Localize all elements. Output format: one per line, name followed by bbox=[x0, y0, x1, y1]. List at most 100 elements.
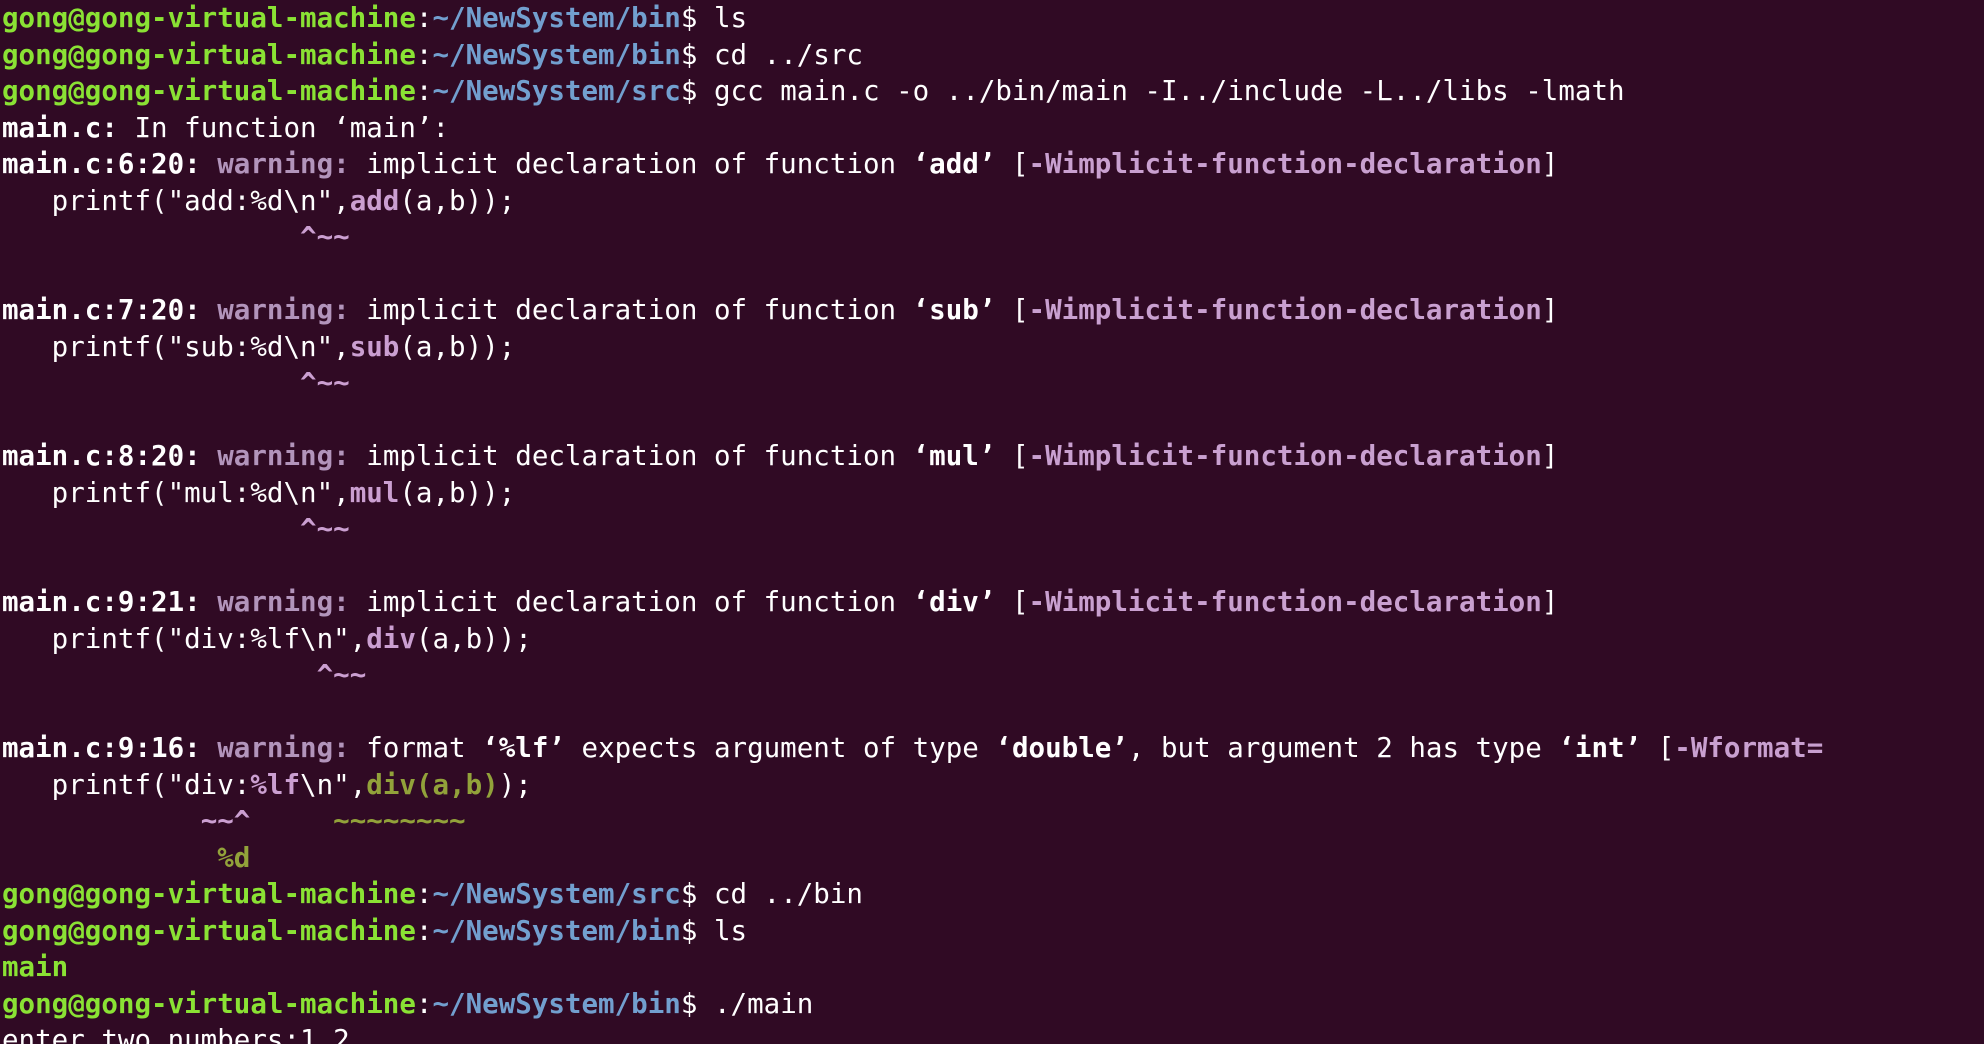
prompt-path: ~/NewSystem/src bbox=[432, 75, 681, 107]
prompt-user-host: gong@gong-virtual-machine bbox=[2, 38, 416, 71]
warning-symbol-c: ‘int’ bbox=[1558, 732, 1642, 764]
warning-message-a: format bbox=[349, 732, 483, 764]
prompt-separator: : bbox=[415, 75, 433, 107]
caret-indent bbox=[2, 659, 317, 691]
compiler-warning-line: main.c:9:21: warning: implicit declarati… bbox=[2, 584, 1984, 621]
warning-message: implicit declaration of function bbox=[349, 586, 913, 618]
warning-bracket-open: [ bbox=[995, 294, 1029, 326]
warning-bracket-close: ] bbox=[1541, 586, 1559, 618]
source-snippet-line: printf("add:%d\n",add(a,b)); bbox=[2, 183, 1984, 220]
warning-message-c: , but argument 2 has type bbox=[1127, 732, 1559, 764]
warning-label: warning: bbox=[200, 148, 350, 180]
warning-location: main.c:8:20: bbox=[2, 440, 201, 472]
prompt-separator: : bbox=[415, 878, 433, 910]
compiler-suggestion-line: %d bbox=[2, 840, 1984, 877]
executable-name: main bbox=[2, 951, 69, 983]
note-indent bbox=[2, 842, 217, 874]
prompt-separator: : bbox=[415, 914, 433, 947]
source-highlight: div bbox=[366, 622, 416, 655]
caret-marker-format: ~~^ bbox=[200, 805, 251, 837]
prompt-command: cd ../src bbox=[713, 38, 863, 71]
prompt-separator: : bbox=[415, 38, 433, 71]
warning-bracket-open: [ bbox=[995, 148, 1029, 180]
terminal-window[interactable]: gong@gong-virtual-machine:~/NewSystem/bi… bbox=[0, 0, 1984, 1044]
source-pre: printf("sub:%d\n", bbox=[2, 330, 350, 363]
program-output-line: enter two numbers:1 2 bbox=[2, 1022, 1984, 1044]
source-pre: printf("div:%lf\n", bbox=[2, 622, 367, 655]
prompt-user-host: gong@gong-virtual-machine bbox=[2, 987, 416, 1020]
compiler-warning-line: main.c:7:20: warning: implicit declarati… bbox=[2, 292, 1984, 329]
source-snippet-line: printf("div:%lf\n",div(a,b)); bbox=[2, 621, 1984, 658]
compiler-warning-line: main.c:8:20: warning: implicit declarati… bbox=[2, 438, 1984, 475]
warning-location: main.c:9:16: bbox=[2, 732, 201, 764]
caret-indent bbox=[2, 367, 300, 399]
prompt-command: ls bbox=[713, 914, 748, 947]
warning-symbol: ‘add’ bbox=[912, 148, 996, 180]
warning-symbol: ‘div’ bbox=[912, 586, 996, 618]
terminal-prompt-line: gong@gong-virtual-machine:~/NewSystem/bi… bbox=[2, 0, 1984, 37]
prompt-path: ~/NewSystem/src bbox=[432, 878, 681, 910]
prompt-path: ~/NewSystem/bin bbox=[432, 2, 681, 34]
source-pre: printf("mul:%d\n", bbox=[2, 476, 350, 509]
warning-option: -Wimplicit-function-declaration bbox=[1028, 440, 1542, 472]
warning-bracket-close: ] bbox=[1541, 440, 1559, 472]
terminal-prompt-line: gong@gong-virtual-machine:~/NewSystem/sr… bbox=[2, 73, 1984, 110]
prompt-command: cd ../bin bbox=[713, 878, 863, 910]
warning-option: -Wimplicit-function-declaration bbox=[1028, 148, 1542, 180]
prompt-command: ./main bbox=[713, 987, 814, 1020]
warning-label: warning: bbox=[200, 732, 350, 764]
caret-marker-line: ^~~ bbox=[2, 365, 1984, 402]
warning-message: implicit declaration of function bbox=[349, 440, 913, 472]
prompt-separator: : bbox=[415, 987, 433, 1020]
source-pre: printf("add:%d\n", bbox=[2, 184, 350, 217]
prompt-user-host: gong@gong-virtual-machine bbox=[2, 2, 416, 34]
warning-message: implicit declaration of function bbox=[349, 148, 913, 180]
source-snippet-line: printf("div:%lf\n",div(a,b)); bbox=[2, 767, 1984, 804]
warning-bracket-open: [ bbox=[995, 440, 1029, 472]
source-post: (a,b)); bbox=[399, 184, 516, 217]
source-post: (a,b)); bbox=[399, 330, 516, 363]
warning-label: warning: bbox=[200, 440, 350, 472]
caret-indent bbox=[2, 513, 300, 545]
source-post: ); bbox=[498, 768, 532, 801]
warning-message: implicit declaration of function bbox=[349, 294, 913, 326]
prompt-user-host: gong@gong-virtual-machine bbox=[2, 914, 416, 947]
source-highlight: add bbox=[349, 184, 400, 217]
output-text: enter two numbers:1 2 bbox=[2, 1024, 350, 1044]
note-text: %d bbox=[217, 841, 251, 874]
prompt-sigil: $ bbox=[680, 2, 714, 34]
caret-marker-line: ^~~ bbox=[2, 219, 1984, 256]
warning-option: -Wimplicit-function-declaration bbox=[1028, 586, 1542, 618]
warning-location: main.c:6:20: bbox=[2, 148, 201, 180]
warning-bracket-open: [ bbox=[995, 586, 1029, 618]
source-post: (a,b)); bbox=[399, 476, 516, 509]
context-file: main.c: bbox=[2, 111, 118, 144]
prompt-command: ls bbox=[713, 2, 748, 34]
terminal-prompt-line: gong@gong-virtual-machine:~/NewSystem/sr… bbox=[2, 876, 1984, 913]
prompt-path: ~/NewSystem/bin bbox=[432, 38, 681, 71]
caret-gap bbox=[250, 805, 333, 837]
warning-symbol-b: ‘double’ bbox=[995, 732, 1128, 764]
warning-option: -Wimplicit-function-declaration bbox=[1028, 294, 1542, 326]
caret-marker: ^~~ bbox=[300, 221, 350, 253]
caret-marker: ^~~ bbox=[300, 513, 350, 545]
warning-symbol: ‘mul’ bbox=[912, 440, 996, 472]
source-highlight: sub bbox=[349, 330, 400, 363]
prompt-sigil: $ bbox=[680, 75, 714, 107]
prompt-sigil: $ bbox=[680, 878, 714, 910]
compiler-warning-line: main.c:9:16: warning: format ‘%lf’ expec… bbox=[2, 730, 1984, 767]
caret-marker-line: ~~^ ~~~~~~~~ bbox=[2, 803, 1984, 840]
warning-option: -Wformat= bbox=[1674, 732, 1824, 764]
warning-location: main.c:9:21: bbox=[2, 586, 201, 618]
terminal-prompt-line: gong@gong-virtual-machine:~/NewSystem/bi… bbox=[2, 37, 1984, 74]
source-highlight: mul bbox=[349, 476, 400, 509]
caret-marker: ^~~ bbox=[300, 367, 350, 399]
prompt-path: ~/NewSystem/bin bbox=[432, 987, 681, 1020]
warning-bracket-close: ] bbox=[1541, 294, 1559, 326]
caret-indent bbox=[2, 805, 201, 837]
caret-marker-line: ^~~ bbox=[2, 511, 1984, 548]
